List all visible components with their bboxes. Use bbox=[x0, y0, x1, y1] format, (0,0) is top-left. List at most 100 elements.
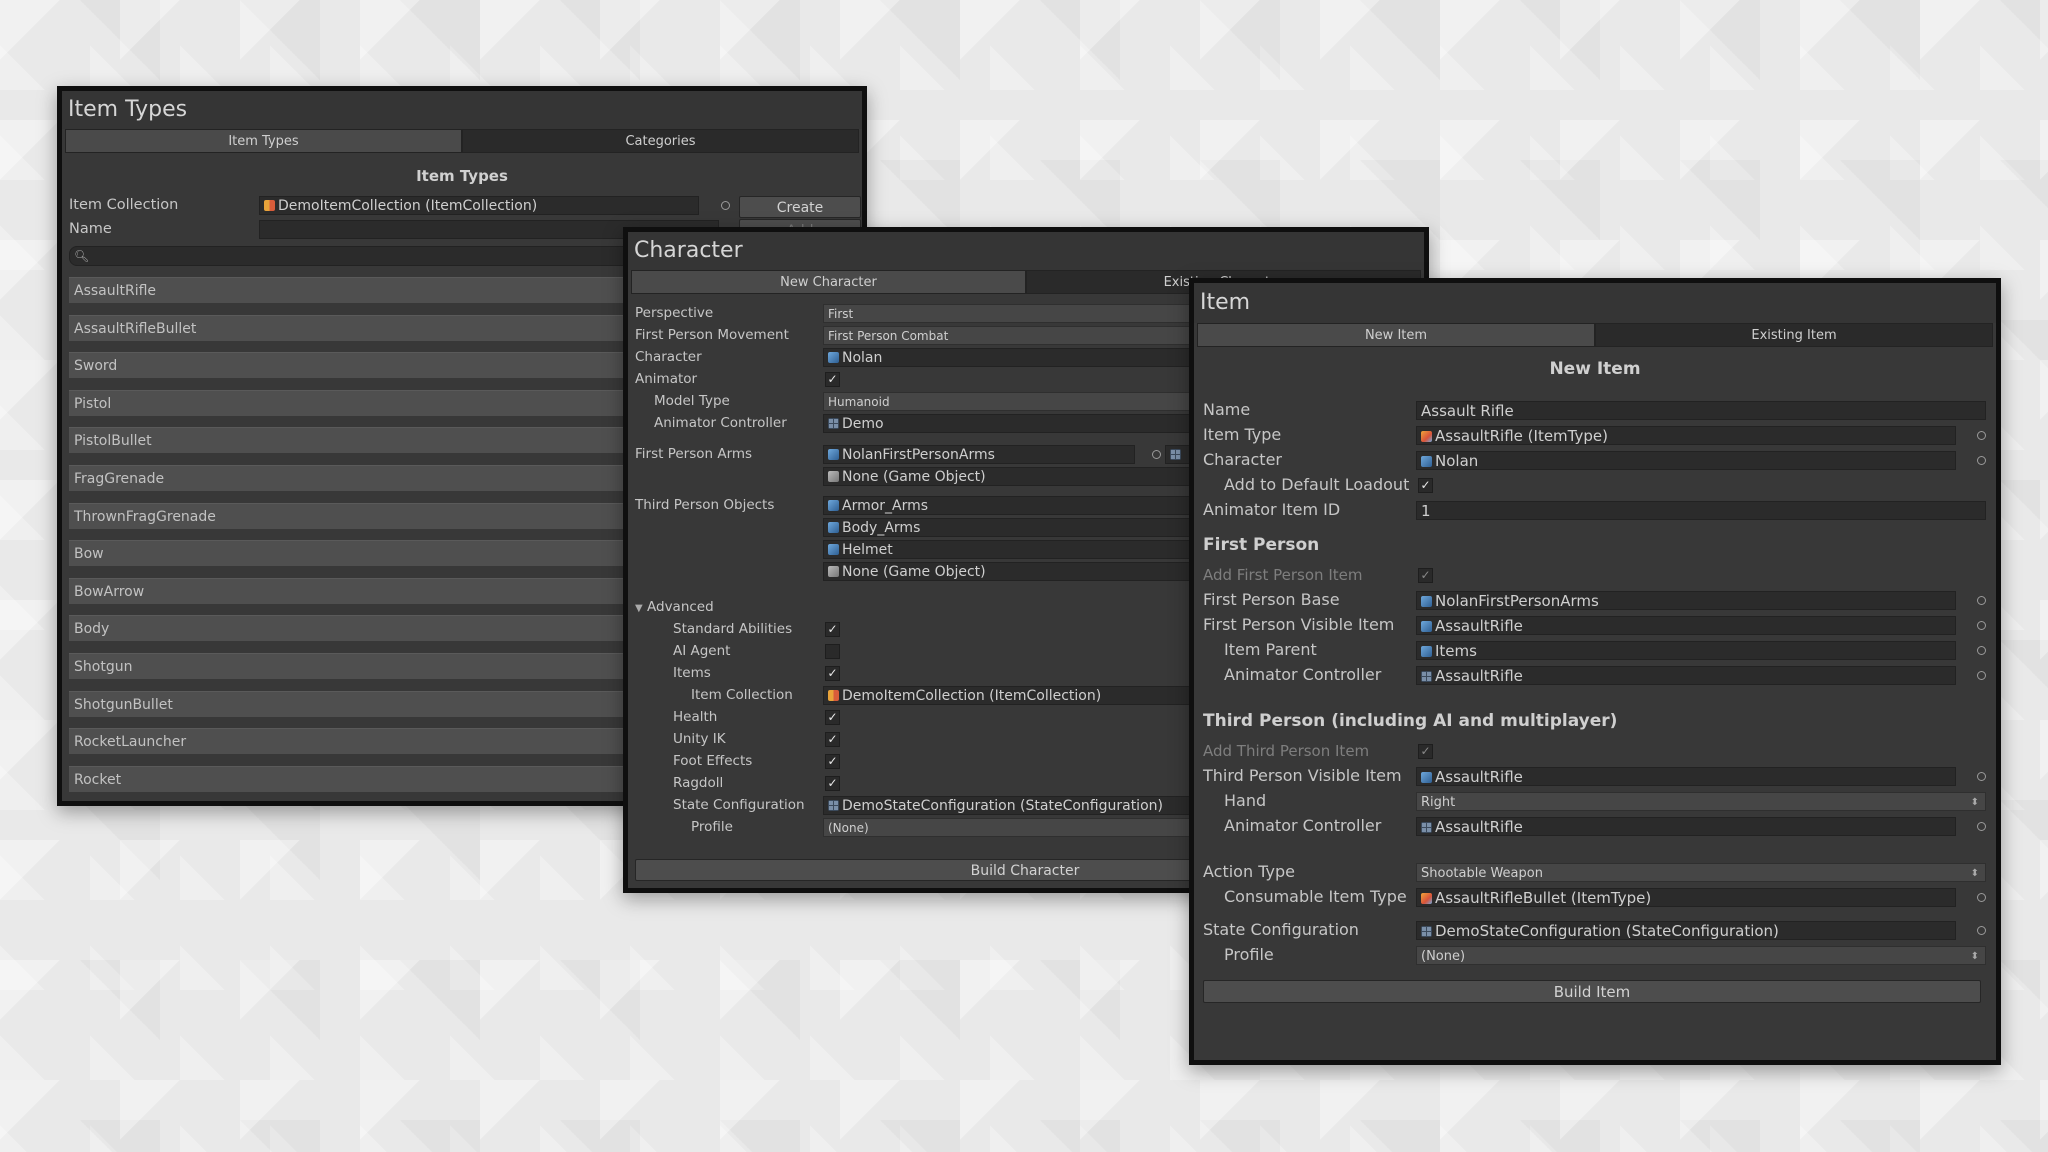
object-picker-icon[interactable] bbox=[1977, 646, 1986, 655]
model-type-value: Humanoid bbox=[828, 395, 890, 409]
fp-arms-field[interactable]: NolanFirstPersonArms bbox=[823, 445, 1135, 464]
tp-object-value: Armor_Arms bbox=[842, 498, 929, 514]
object-picker-icon[interactable] bbox=[1977, 926, 1986, 935]
fp-item-parent-row: Item Parent Items bbox=[1203, 640, 1989, 660]
object-picker-icon[interactable] bbox=[1977, 772, 1986, 781]
first-person-heading: First Person bbox=[1203, 535, 1320, 555]
consumable-label: Consumable Item Type bbox=[1224, 887, 1407, 906]
tab-categories[interactable]: Categories bbox=[462, 129, 859, 153]
object-picker-icon[interactable] bbox=[1977, 621, 1986, 630]
section-title: New Item bbox=[1549, 359, 1641, 379]
fp-item-parent-label: Item Parent bbox=[1224, 640, 1317, 659]
object-picker-icon[interactable] bbox=[1977, 671, 1986, 680]
profile-label: Profile bbox=[1224, 945, 1274, 964]
hand-label: Hand bbox=[1224, 791, 1267, 810]
tp-visible-row: Third Person Visible Item AssaultRifle bbox=[1203, 766, 1989, 786]
object-picker-icon[interactable] bbox=[721, 201, 730, 210]
hand-dropdown[interactable]: Right ⬍ bbox=[1416, 792, 1986, 811]
prefab-icon bbox=[1421, 621, 1432, 632]
fp-visible-row: First Person Visible Item AssaultRifle bbox=[1203, 615, 1989, 635]
object-picker-icon[interactable] bbox=[1977, 893, 1986, 902]
tab-bar: Item Types Categories bbox=[65, 129, 859, 153]
add-default-loadout-row: Add to Default Loadout ✓ bbox=[1203, 475, 1989, 495]
ai-agent-label: AI Agent bbox=[673, 643, 731, 659]
item-collection-value: DemoItemCollection (ItemCollection) bbox=[278, 198, 538, 214]
tp-object-value: Helmet bbox=[842, 542, 893, 558]
item-collection-label: Item Collection bbox=[69, 197, 179, 213]
action-type-value: Shootable Weapon bbox=[1421, 866, 1543, 881]
name-label: Name bbox=[69, 221, 112, 237]
state-config-icon bbox=[1421, 926, 1432, 937]
item-type-label: Item Type bbox=[1203, 425, 1282, 444]
dropdown-arrow-icon: ⬍ bbox=[1970, 797, 1979, 808]
section-title: Item Types bbox=[416, 167, 508, 185]
item-collection-row: Item Collection DemoItemCollection (Item… bbox=[69, 195, 861, 218]
prefab-icon bbox=[828, 500, 839, 511]
fp-visible-field[interactable]: AssaultRifle bbox=[1416, 616, 1956, 635]
action-type-dropdown[interactable]: Shootable Weapon ⬍ bbox=[1416, 863, 1986, 882]
profile-value: (None) bbox=[828, 821, 869, 835]
collection-icon bbox=[828, 690, 839, 701]
profile-row: Profile (None) ⬍ bbox=[1203, 945, 1989, 965]
animator-checkbox[interactable]: ✓ bbox=[825, 372, 840, 387]
item-type-row: Item Type AssaultRifle (ItemType) bbox=[1203, 425, 1989, 445]
foot-effects-checkbox[interactable]: ✓ bbox=[825, 754, 840, 769]
tab-new-item[interactable]: New Item bbox=[1197, 323, 1595, 347]
item-type-field[interactable]: AssaultRifle (ItemType) bbox=[1416, 426, 1956, 445]
name-input[interactable]: Assault Rifle bbox=[1416, 401, 1986, 420]
action-type-label: Action Type bbox=[1203, 862, 1295, 881]
tp-anim-controller-field[interactable]: AssaultRifle bbox=[1416, 817, 1956, 836]
add-tp-item-row: Add Third Person Item ✓ bbox=[1203, 741, 1989, 761]
window-title: Character bbox=[628, 232, 1424, 270]
ragdoll-label: Ragdoll bbox=[673, 775, 724, 791]
health-checkbox[interactable]: ✓ bbox=[825, 710, 840, 725]
model-type-label: Model Type bbox=[654, 393, 730, 409]
object-picker-icon[interactable] bbox=[1977, 431, 1986, 440]
consumable-field[interactable]: AssaultRifleBullet (ItemType) bbox=[1416, 888, 1956, 907]
item-collection-field[interactable]: DemoItemCollection (ItemCollection) bbox=[259, 196, 699, 215]
fp-anim-controller-field[interactable]: AssaultRifle bbox=[1416, 666, 1956, 685]
gameobject-icon bbox=[828, 471, 839, 482]
hand-value: Right bbox=[1421, 795, 1456, 810]
add-default-loadout-label: Add to Default Loadout bbox=[1224, 475, 1410, 494]
add-fp-item-checkbox[interactable]: ✓ bbox=[1418, 568, 1433, 583]
create-button[interactable]: Create bbox=[739, 196, 861, 218]
item-type-icon bbox=[1421, 893, 1432, 904]
add-tp-item-checkbox[interactable]: ✓ bbox=[1418, 744, 1433, 759]
tab-new-character[interactable]: New Character bbox=[631, 270, 1026, 294]
add-default-loadout-checkbox[interactable]: ✓ bbox=[1418, 478, 1433, 493]
character-field[interactable]: Nolan bbox=[1416, 451, 1956, 470]
animator-controller-icon bbox=[1421, 671, 1432, 682]
tp-objects-label: Third Person Objects bbox=[635, 497, 775, 513]
profile-dropdown[interactable]: (None) ⬍ bbox=[1416, 946, 1986, 965]
tab-existing-item[interactable]: Existing Item bbox=[1595, 323, 1993, 347]
fp-item-parent-field[interactable]: Items bbox=[1416, 641, 1956, 660]
object-picker-icon[interactable] bbox=[1977, 596, 1986, 605]
animator-item-id-input[interactable]: 1 bbox=[1416, 501, 1986, 520]
object-picker-icon[interactable] bbox=[1977, 822, 1986, 831]
tp-object-value: None (Game Object) bbox=[842, 564, 986, 580]
object-picker-icon[interactable] bbox=[1977, 456, 1986, 465]
advanced-text: Advanced bbox=[647, 599, 714, 615]
tp-visible-field[interactable]: AssaultRifle bbox=[1416, 767, 1956, 786]
advanced-label: ▼ Advanced bbox=[635, 597, 714, 619]
animator-controller-icon bbox=[1421, 822, 1432, 833]
fp-movement-value: First Person Combat bbox=[828, 329, 949, 343]
standard-abilities-checkbox[interactable]: ✓ bbox=[825, 622, 840, 637]
fp-base-field[interactable]: NolanFirstPersonArms bbox=[1416, 591, 1956, 610]
name-row: Name Assault Rifle bbox=[1203, 400, 1989, 420]
foldout-arrow-icon: ▼ bbox=[635, 603, 643, 614]
ragdoll-checkbox[interactable]: ✓ bbox=[825, 776, 840, 791]
build-item-button[interactable]: Build Item bbox=[1203, 980, 1981, 1003]
state-config-field[interactable]: DemoStateConfiguration (StateConfigurati… bbox=[1416, 921, 1956, 940]
items-label: Items bbox=[673, 665, 711, 681]
collection-icon bbox=[264, 200, 275, 211]
dropdown-arrow-icon: ⬍ bbox=[1970, 951, 1979, 962]
ai-agent-checkbox[interactable] bbox=[825, 644, 840, 659]
tab-item-types[interactable]: Item Types bbox=[65, 129, 462, 153]
object-picker-icon[interactable] bbox=[1152, 450, 1161, 459]
unity-ik-checkbox[interactable]: ✓ bbox=[825, 732, 840, 747]
window-title: Item bbox=[1194, 283, 1996, 323]
fp-movement-label: First Person Movement bbox=[635, 327, 789, 343]
items-checkbox[interactable]: ✓ bbox=[825, 666, 840, 681]
